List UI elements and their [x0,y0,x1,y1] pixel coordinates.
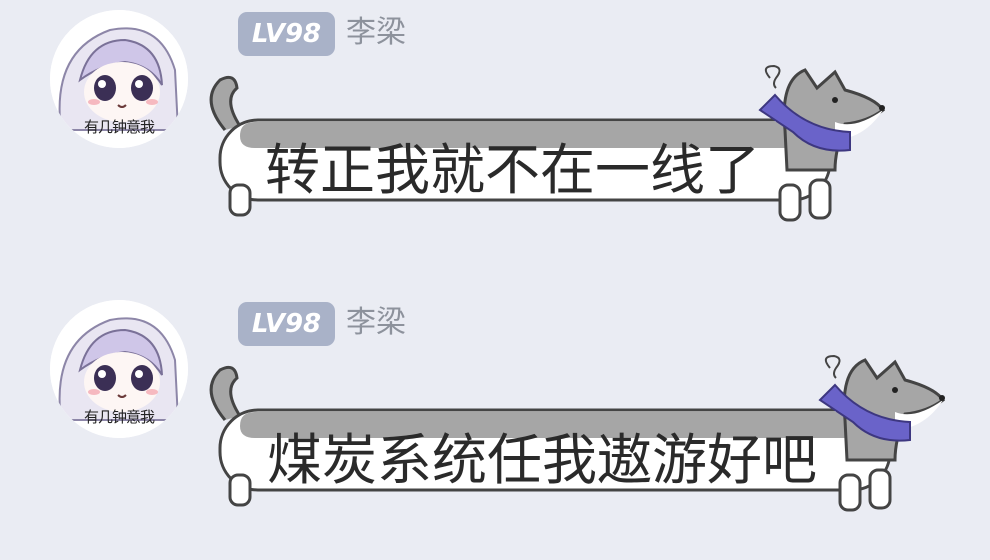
level-badge: LV98 [238,12,335,56]
sticker-text: 转正我就不在一线了 [265,138,761,202]
avatar[interactable]: 有几钟意我 [50,10,188,148]
avatar-caption: 有几钟意我 [83,408,155,426]
dog-sticker-message[interactable]: 转正我就不在一线了 [195,60,895,235]
chat-message: 有几钟意我 LV98 李梁 煤炭系统任我遨游好吧 [0,290,990,560]
sticker-text: 煤炭系统任我遨游好吧 [267,428,818,492]
avatar-caption: 有几钟意我 [83,118,155,136]
dog-sticker-message[interactable]: 煤炭系统任我遨游好吧 [195,350,955,525]
chat-message: 有几钟意我 LV98 李梁 转正我就不在一线了 [0,0,990,270]
sender-name[interactable]: 李梁 [346,10,406,56]
level-badge: LV98 [238,302,335,346]
confused-squiggle-icon [764,64,781,89]
confused-squiggle-icon [824,354,841,379]
avatar[interactable]: 有几钟意我 [50,300,188,438]
sender-name[interactable]: 李梁 [346,300,406,346]
